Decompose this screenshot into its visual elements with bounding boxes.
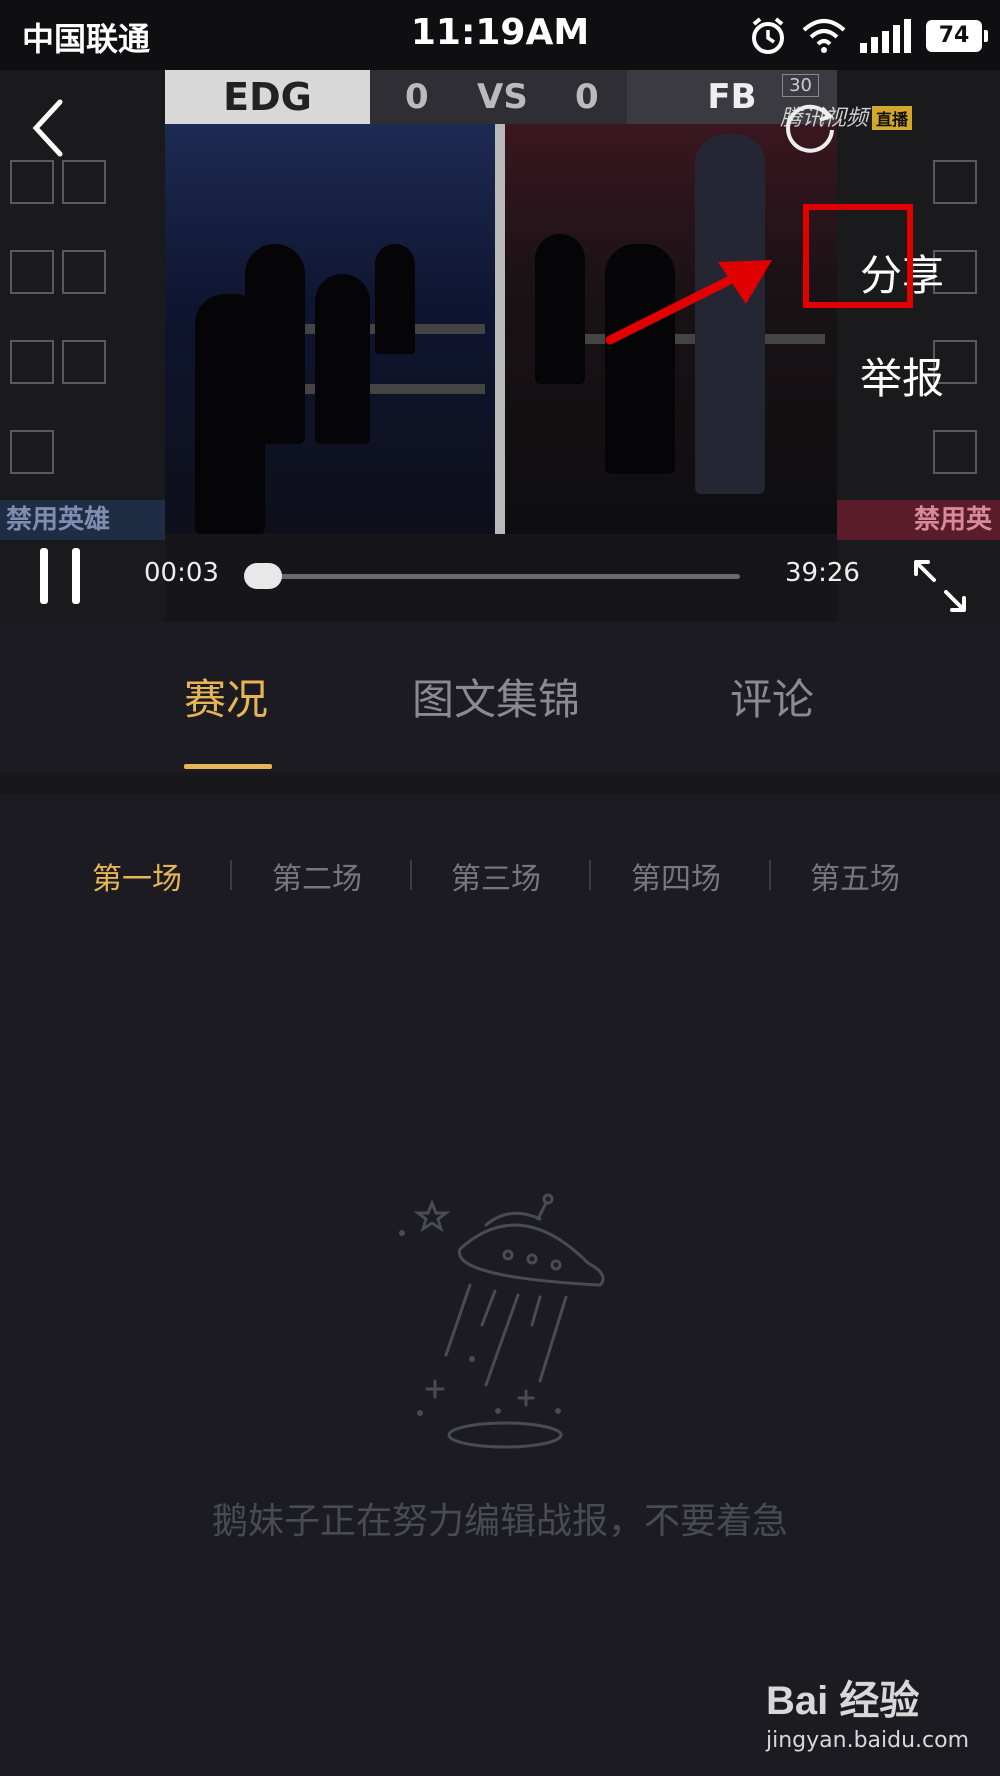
tab-match-status[interactable]: 赛况 bbox=[184, 666, 268, 727]
game-separator bbox=[589, 860, 591, 890]
tab-highlights[interactable]: 图文集锦 bbox=[412, 666, 580, 727]
grid-decoration bbox=[933, 430, 977, 474]
chevron-left-icon bbox=[32, 99, 63, 157]
signal-icon bbox=[860, 19, 911, 53]
team-left: EDG bbox=[165, 70, 370, 124]
game-separator bbox=[230, 860, 232, 890]
current-time: 00:03 bbox=[144, 558, 219, 588]
alarm-icon bbox=[752, 17, 784, 54]
grid-decoration bbox=[10, 340, 54, 384]
status-icons: 74 bbox=[748, 14, 988, 58]
section-divider bbox=[0, 772, 1000, 794]
active-tab-indicator bbox=[184, 764, 272, 769]
ban-label-right: 禁用英 bbox=[837, 500, 1000, 540]
watermark-badge: 直播 bbox=[872, 106, 913, 130]
ufo-illustration-icon bbox=[399, 1193, 605, 1449]
pause-bar bbox=[40, 548, 48, 604]
video-controls: 00:03 39:26 bbox=[0, 540, 1000, 622]
grid-decoration bbox=[933, 160, 977, 204]
wifi-icon bbox=[802, 19, 846, 53]
player-silhouette bbox=[375, 244, 415, 354]
baidu-jingyan-watermark: Bai 经验 jingyan.baidu.com bbox=[766, 1668, 970, 1753]
grid-decoration bbox=[10, 160, 54, 204]
game-tab-4[interactable]: 第四场 bbox=[631, 854, 721, 898]
player-silhouette bbox=[195, 294, 265, 534]
ban-label-left: 禁用英雄 bbox=[0, 500, 165, 540]
grid-decoration bbox=[62, 250, 106, 294]
grid-decoration bbox=[62, 340, 106, 384]
player-silhouette bbox=[315, 274, 370, 444]
game-selector: 第一场 第二场 第三场 第四场 第五场 bbox=[0, 850, 1000, 900]
game-separator bbox=[769, 860, 771, 890]
score-right: 0 bbox=[575, 77, 599, 117]
rotate-icon[interactable] bbox=[782, 98, 838, 154]
share-highlight-box bbox=[803, 204, 913, 308]
vs-label: VS bbox=[477, 77, 528, 117]
game-tab-1[interactable]: 第一场 bbox=[92, 854, 182, 898]
watermark-logo: Bai 经验 bbox=[766, 1679, 920, 1723]
report-menu-item[interactable]: 举报 bbox=[860, 345, 944, 406]
progress-track[interactable] bbox=[245, 574, 740, 579]
tab-comments[interactable]: 评论 bbox=[730, 666, 814, 727]
pause-button[interactable] bbox=[40, 548, 86, 604]
grid-decoration bbox=[62, 160, 106, 204]
fullscreen-icon[interactable] bbox=[912, 558, 968, 614]
game-tab-2[interactable]: 第二场 bbox=[272, 854, 362, 898]
video-player[interactable]: 禁用英雄 禁用英 EDG 0 VS 0 FB 30 腾讯视频 直播 分享 举报 … bbox=[0, 70, 1000, 622]
video-scene-left bbox=[165, 124, 495, 534]
annotation-arrow-icon bbox=[605, 260, 772, 345]
game-separator bbox=[410, 860, 412, 890]
progress-thumb[interactable] bbox=[244, 563, 282, 589]
score-left: 0 bbox=[405, 77, 429, 117]
pause-bar bbox=[72, 548, 80, 604]
back-button[interactable] bbox=[18, 90, 78, 166]
watermark-url: jingyan.baidu.com bbox=[766, 1728, 970, 1753]
tab-bar: 赛况 图文集锦 评论 bbox=[0, 622, 1000, 772]
timer-badge: 30 bbox=[782, 74, 819, 97]
grid-decoration bbox=[10, 430, 54, 474]
grid-decoration bbox=[10, 250, 54, 294]
empty-state-message: 鹅妹子正在努力编辑战报，不要着急 bbox=[211, 1501, 788, 1542]
status-bar: 中国联通 11:19AM 74 bbox=[0, 0, 1000, 70]
split-divider bbox=[495, 124, 505, 534]
player-silhouette bbox=[535, 234, 585, 384]
game-tab-3[interactable]: 第三场 bbox=[451, 854, 541, 898]
scoreboard: EDG 0 VS 0 FB 30 bbox=[165, 70, 837, 124]
total-time: 39:26 bbox=[785, 558, 860, 588]
battery-indicator: 74 bbox=[926, 20, 988, 52]
game-tab-5[interactable]: 第五场 bbox=[810, 854, 900, 898]
